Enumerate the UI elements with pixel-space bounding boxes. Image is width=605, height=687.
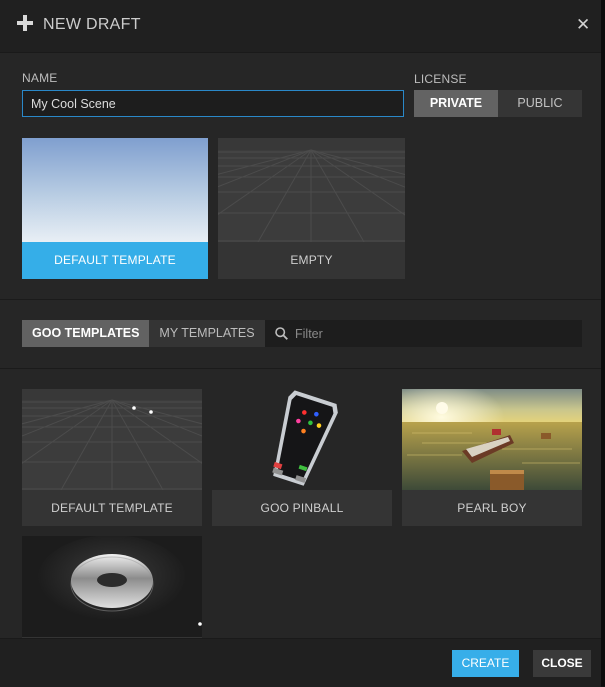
new-draft-dialog: NEW DRAFT ✕ NAME LICENSE PRIVATE PUBLIC … (0, 0, 601, 687)
tab-my-templates[interactable]: MY TEMPLATES (149, 320, 265, 347)
dialog-footer: CREATE CLOSE (0, 638, 601, 687)
tile-label: DEFAULT TEMPLATE (51, 501, 173, 515)
grid-thumbnail (218, 138, 405, 242)
grid-thumbnail (22, 389, 202, 490)
template-tabs: GOO TEMPLATES MY TEMPLATES (22, 320, 265, 347)
tab-goo-templates[interactable]: GOO TEMPLATES (22, 320, 150, 347)
torus-thumbnail (22, 536, 202, 637)
plus-icon (17, 15, 33, 31)
filter-box (265, 320, 582, 347)
tile-label: PEARL BOY (457, 501, 527, 515)
name-input[interactable] (22, 90, 404, 117)
background-edge (601, 0, 605, 686)
tile-label: GOO PINBALL (260, 501, 344, 515)
close-button[interactable]: CLOSE (533, 650, 591, 677)
dialog-title: NEW DRAFT (43, 16, 141, 33)
name-label: NAME (22, 71, 58, 85)
pinball-thumbnail (212, 389, 392, 490)
gallery-tile-torus[interactable] (22, 536, 202, 638)
license-toggle: PRIVATE PUBLIC (414, 90, 582, 117)
license-label: LICENSE (414, 72, 467, 86)
divider (0, 299, 601, 300)
base-template-empty[interactable]: EMPTY (218, 138, 405, 279)
close-icon[interactable]: ✕ (576, 15, 590, 35)
license-private-button[interactable]: PRIVATE (414, 90, 498, 117)
license-public-button[interactable]: PUBLIC (498, 90, 582, 117)
search-icon (275, 327, 288, 340)
gallery-tile-default-template[interactable]: DEFAULT TEMPLATE (22, 389, 202, 526)
base-template-default[interactable]: DEFAULT TEMPLATE (22, 138, 208, 279)
filter-input[interactable] (295, 320, 575, 347)
gallery-tile-pearl-boy[interactable]: PEARL BOY (402, 389, 582, 526)
create-button[interactable]: CREATE (452, 650, 519, 677)
sky-thumbnail (22, 138, 208, 242)
dialog-titlebar: NEW DRAFT ✕ (0, 0, 601, 53)
ocean-thumbnail (402, 389, 582, 490)
tile-label: DEFAULT TEMPLATE (22, 242, 208, 279)
gallery-tile-goo-pinball[interactable]: GOO PINBALL (212, 389, 392, 526)
tile-label: EMPTY (290, 253, 333, 267)
divider (0, 368, 601, 369)
